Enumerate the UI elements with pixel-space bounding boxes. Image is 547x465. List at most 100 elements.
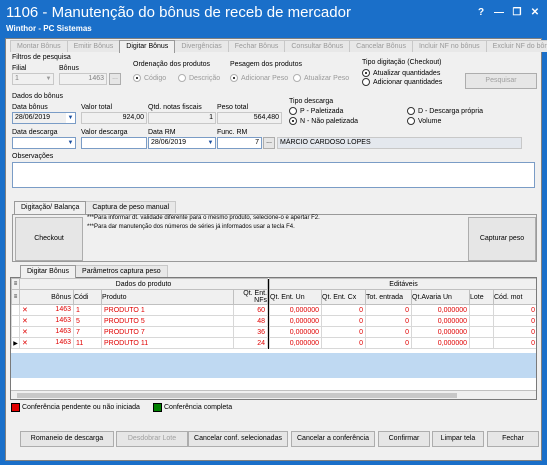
cell-qt-cx[interactable]: 0 bbox=[321, 337, 366, 349]
col-produto[interactable]: Produto bbox=[101, 289, 234, 305]
ordenacao-codigo-radio[interactable]: Código bbox=[133, 74, 166, 82]
fechar-button[interactable]: Fechar bbox=[487, 431, 539, 447]
limpar-tela-button[interactable]: Limpar tela bbox=[432, 431, 484, 447]
cell-avaria[interactable]: 0,000000 bbox=[411, 304, 470, 316]
desdobrar-lote-button[interactable]: Desdobrar Lote bbox=[116, 431, 188, 447]
row-indicator[interactable] bbox=[11, 326, 20, 338]
observacoes-label: Observações bbox=[12, 153, 54, 160]
cell-qt-un[interactable]: 0,000000 bbox=[269, 326, 322, 338]
tab-emitir-bonus[interactable]: Emitir Bônus bbox=[66, 40, 121, 52]
col-qt-nfs[interactable]: Qt. Ent. NFs bbox=[233, 289, 268, 305]
cell-avaria[interactable]: 0,000000 bbox=[411, 337, 470, 349]
row-indicator[interactable] bbox=[11, 304, 20, 316]
cell-avaria[interactable]: 0,000000 bbox=[411, 326, 470, 338]
cell-qt-cx[interactable]: 0 bbox=[321, 304, 366, 316]
tipo-digitacao-adicionar-radio[interactable]: Adicionar quantidades bbox=[362, 78, 442, 86]
tab-fechar-bonus[interactable]: Fechar Bônus bbox=[227, 40, 286, 52]
capturar-peso-button[interactable]: Capturar peso bbox=[468, 217, 536, 261]
table-row[interactable]: ✕ 1463 5 PRODUTO 5 48 0,000000 0 0 0,000000 0 bbox=[11, 315, 536, 327]
col-qt-un[interactable]: Qt. Ent. Un bbox=[269, 289, 322, 305]
col-lote[interactable]: Lote bbox=[469, 289, 494, 305]
restore-icon[interactable]: ❐ bbox=[509, 6, 525, 20]
cell-cod-mot[interactable]: 0 bbox=[493, 326, 536, 338]
tipo-descarga-nao-paletizada-radio[interactable]: N - Não paletizada bbox=[289, 117, 358, 125]
romaneio-descarga-button[interactable]: Romaneio de descarga bbox=[20, 431, 114, 447]
cell-qt-cx[interactable]: 0 bbox=[321, 315, 366, 327]
cell-lote[interactable] bbox=[469, 304, 494, 316]
cell-cod-mot[interactable]: 0 bbox=[493, 315, 536, 327]
col-tot-entrada[interactable]: Tot. entrada bbox=[365, 289, 412, 305]
table-row[interactable]: ▶ ✕ 1463 11 PRODUTO 11 24 0,000000 0 0 0,000000 0 bbox=[11, 337, 536, 349]
func-rm-search-button[interactable]: ... bbox=[263, 137, 275, 149]
tab-digitar-bonus[interactable]: Digitar Bônus bbox=[119, 40, 176, 53]
cell-avaria[interactable]: 0,000000 bbox=[411, 315, 470, 327]
observacoes-field[interactable] bbox=[12, 162, 535, 188]
row-indicator[interactable] bbox=[11, 315, 20, 327]
minimize-icon[interactable]: — bbox=[491, 6, 507, 20]
col-qt-cx[interactable]: Qt. Ent. Cx bbox=[321, 289, 366, 305]
bonus-input[interactable]: 1463 bbox=[59, 73, 107, 85]
table-row[interactable]: ✕ 1463 7 PRODUTO 7 36 0,000000 0 0 0,000000 0 bbox=[11, 326, 536, 338]
ordenacao-descricao-radio[interactable]: Descrição bbox=[178, 74, 220, 82]
col-bonus[interactable]: Bônus bbox=[19, 289, 74, 305]
cancelar-selecionadas-button[interactable]: Cancelar conf. selecionadas bbox=[188, 431, 288, 447]
cell-produto: PRODUTO 5 bbox=[101, 315, 234, 327]
qtd-notas-label: Qtd. notas fiscais bbox=[148, 104, 202, 111]
cell-cod-mot[interactable]: 0 bbox=[493, 337, 536, 349]
cell-qt-cx[interactable]: 0 bbox=[321, 326, 366, 338]
tab-consultar-bonus[interactable]: Consultar Bônus bbox=[284, 40, 351, 52]
close-icon[interactable]: ✕ bbox=[527, 6, 543, 20]
cell-lote[interactable] bbox=[469, 315, 494, 327]
tab-cancelar-bonus[interactable]: Cancelar Bônus bbox=[349, 40, 413, 52]
app-window: 1106 - Manutenção do bônus de receb de m… bbox=[0, 0, 547, 465]
pesagem-atualizar-radio[interactable]: Atualizar Peso bbox=[293, 74, 349, 82]
checkout-button[interactable]: Checkout bbox=[15, 217, 83, 261]
tab-divergencias[interactable]: Divergências bbox=[174, 40, 229, 52]
tipo-digitacao-atualizar-radio[interactable]: Atualizar quantidades bbox=[362, 69, 440, 77]
tipo-descarga-propria-radio[interactable]: D - Descarga própria bbox=[407, 107, 483, 115]
col-avaria[interactable]: Qt.Avaria Un bbox=[411, 289, 470, 305]
valor-descarga-field[interactable] bbox=[81, 137, 147, 149]
calendar-dropdown-icon[interactable]: ▼ bbox=[206, 138, 215, 148]
cell-produto: PRODUTO 7 bbox=[101, 326, 234, 338]
cell-qt-un[interactable]: 0,000000 bbox=[269, 315, 322, 327]
col-cod-mot[interactable]: Cód. mot bbox=[493, 289, 536, 305]
cell-qt-un[interactable]: 0,000000 bbox=[269, 304, 322, 316]
grid-sort-icon[interactable]: ≡ bbox=[11, 289, 20, 305]
cell-lote[interactable] bbox=[469, 326, 494, 338]
help-icon[interactable]: ? bbox=[473, 6, 489, 20]
tab-montar-bonus[interactable]: Montar Bônus bbox=[10, 40, 68, 52]
cell-tot-entrada: 0 bbox=[365, 304, 412, 316]
calendar-dropdown-icon[interactable]: ▼ bbox=[66, 113, 75, 123]
tab-digitacao-balanca[interactable]: Digitação/ Balança bbox=[14, 201, 87, 214]
cell-cod-mot[interactable]: 0 bbox=[493, 304, 536, 316]
confirmar-button[interactable]: Confirmar bbox=[378, 431, 430, 447]
pesagem-adicionar-radio[interactable]: Adicionar Peso bbox=[230, 74, 288, 82]
tipo-descarga-paletizada-radio[interactable]: P - Paletizada bbox=[289, 107, 343, 115]
tab-digitar-bonus-grid[interactable]: Digitar Bônus bbox=[20, 265, 77, 278]
sub-tabs: Digitação/ Balança Captura de peso manua… bbox=[14, 201, 177, 214]
pesquisar-button[interactable]: Pesquisar bbox=[465, 73, 537, 89]
tipo-descarga-label: Tipo descarga bbox=[289, 98, 334, 105]
hint-f2: ***Para informar dt. validade diferente … bbox=[87, 215, 320, 221]
peso-total-field: 564,480 bbox=[217, 112, 282, 124]
chevron-down-icon[interactable]: ▼ bbox=[44, 74, 53, 84]
cancelar-conferencia-button[interactable]: Cancelar a conferência bbox=[291, 431, 375, 447]
grid-horizontal-scrollbar[interactable] bbox=[11, 390, 536, 399]
cell-bonus: ✕ 1463 bbox=[19, 337, 74, 349]
current-row-indicator-icon[interactable]: ▶ bbox=[11, 337, 20, 349]
func-rm-code-field[interactable]: 7 bbox=[217, 137, 262, 149]
cell-qt-un[interactable]: 0,000000 bbox=[269, 337, 322, 349]
tipo-descarga-volume-radio[interactable]: Volume bbox=[407, 117, 441, 125]
calendar-dropdown-icon[interactable]: ▼ bbox=[66, 138, 75, 148]
tab-excluir-nf[interactable]: Excluir NF do bônus bbox=[485, 40, 547, 52]
grid-options-icon[interactable]: ≡ bbox=[11, 278, 20, 290]
table-row[interactable]: ✕ 1463 1 PRODUTO 1 60 0,000000 0 0 0,000000 0 bbox=[11, 304, 536, 316]
bonus-search-button[interactable]: ... bbox=[109, 73, 121, 85]
tab-captura-peso-manual[interactable]: Captura de peso manual bbox=[85, 201, 177, 213]
tab-incluir-nf[interactable]: Incluir NF no bônus bbox=[411, 40, 487, 52]
col-codigo[interactable]: Códi bbox=[73, 289, 102, 305]
tab-parametros-captura[interactable]: Parâmetros captura peso bbox=[75, 265, 168, 277]
cell-qt-nfs: 24 bbox=[233, 337, 268, 349]
cell-lote[interactable] bbox=[469, 337, 494, 349]
